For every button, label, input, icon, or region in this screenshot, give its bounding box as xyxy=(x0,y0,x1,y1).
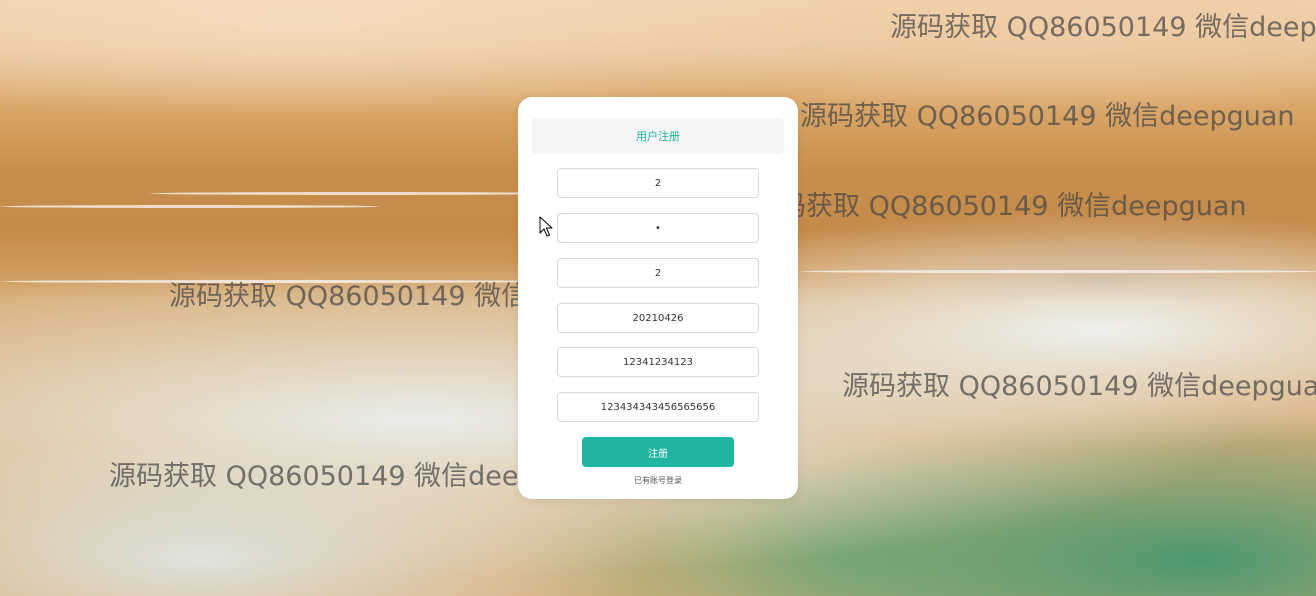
wave-line xyxy=(800,270,1316,273)
page-background: 源码获取 QQ86050149 微信deepguan 源码获取 QQ860501… xyxy=(0,0,1316,596)
watermark-text: 源码获取 QQ86050149 微信deepguan xyxy=(842,371,1316,402)
wave-line xyxy=(150,192,570,195)
watermark-text: 源码获取 QQ86050149 微信deepguan xyxy=(890,12,1316,43)
watermark-text: 源码获取 QQ86050149 微信deepguan xyxy=(752,191,1247,222)
register-title: 用户注册 xyxy=(532,118,784,154)
username-input[interactable] xyxy=(557,168,759,198)
id-number-input[interactable] xyxy=(557,392,759,422)
mouse-pointer-icon xyxy=(539,216,553,237)
watermark-text: 源码获取 QQ86050149 微信deepguan xyxy=(800,101,1295,132)
login-link[interactable]: 已有账号登录 xyxy=(518,475,798,486)
register-card: 用户注册 • 注册 已有账号登录 xyxy=(518,97,798,499)
wave-line xyxy=(0,205,380,208)
name-input[interactable] xyxy=(557,258,759,288)
birthday-input[interactable] xyxy=(557,303,759,333)
password-input[interactable] xyxy=(557,213,759,243)
phone-input[interactable] xyxy=(557,347,759,377)
register-button[interactable]: 注册 xyxy=(582,437,734,467)
